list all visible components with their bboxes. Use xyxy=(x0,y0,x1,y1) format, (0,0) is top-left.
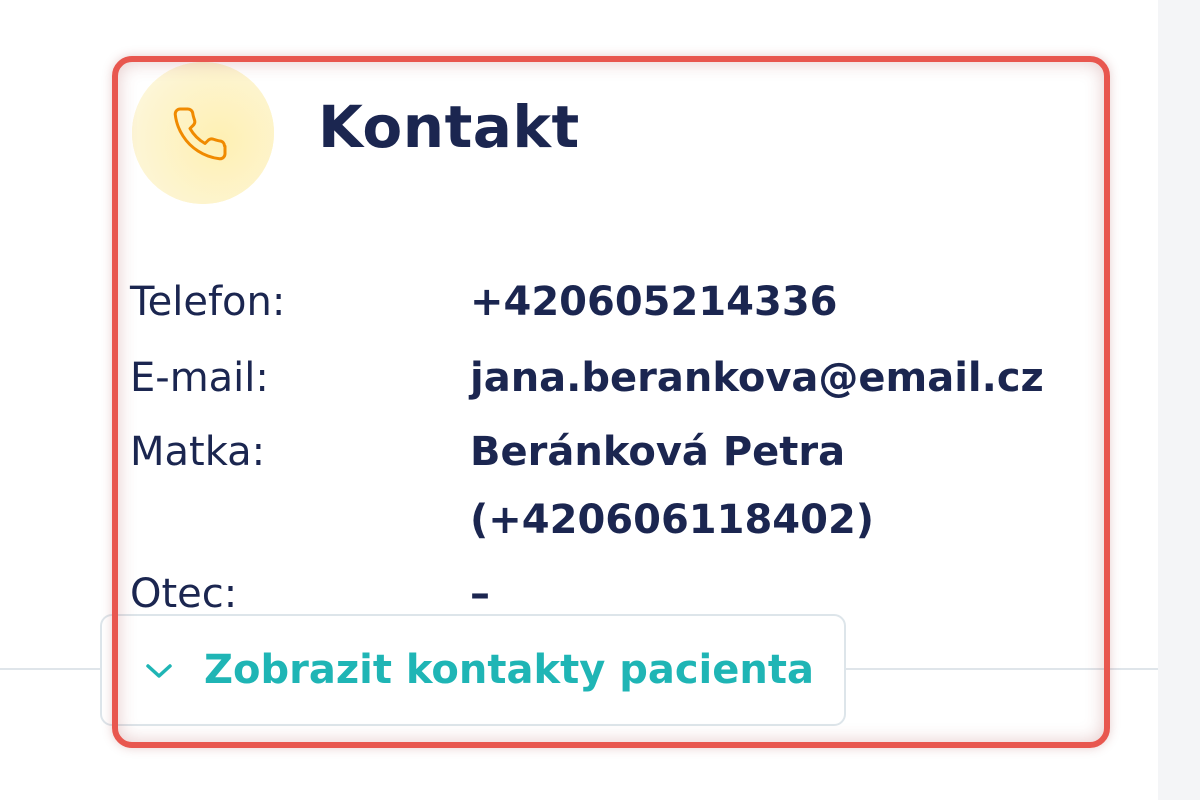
card-title: Kontakt xyxy=(318,93,580,161)
scrollbar-track[interactable] xyxy=(1158,0,1200,800)
chevron-down-icon[interactable] xyxy=(142,660,176,682)
contact-label-mother: Matka: xyxy=(130,429,266,475)
contact-label-phone: Telefon: xyxy=(130,279,286,325)
show-patient-contacts-label[interactable]: Zobrazit kontakty pacienta xyxy=(204,650,814,690)
contact-value-father: – xyxy=(470,571,490,617)
contact-label-father: Otec: xyxy=(130,571,238,617)
contact-value-email[interactable]: jana.berankova@email.cz xyxy=(470,358,1044,398)
contact-panel-page: Kontakt Telefon: +420605214336 E-mail: j… xyxy=(0,0,1200,800)
contact-label-email: E-mail: xyxy=(130,355,269,401)
contact-value-mother-name: Beránková Petra xyxy=(470,429,846,475)
phone-icon xyxy=(173,107,227,161)
contact-value-mother-phone[interactable]: (+420606118402) xyxy=(470,500,874,540)
contact-value-phone[interactable]: +420605214336 xyxy=(470,282,838,322)
